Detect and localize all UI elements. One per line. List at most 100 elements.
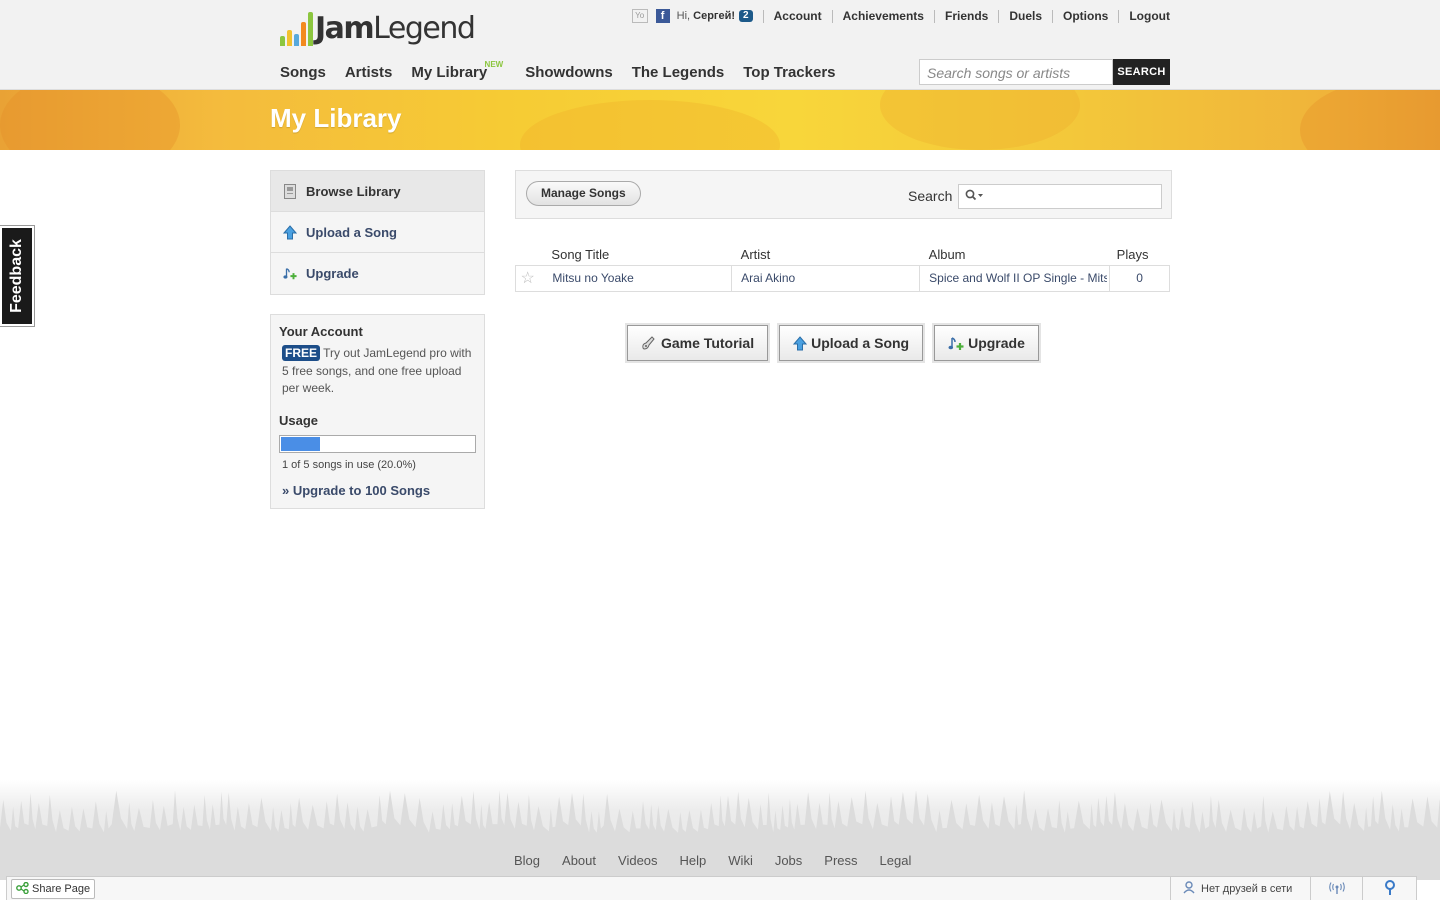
achievements-link[interactable]: Achievements	[831, 9, 934, 23]
nav-top-trackers[interactable]: Top Trackers	[743, 64, 835, 81]
column-header-artist[interactable]: Artist	[732, 244, 920, 265]
library-toolbar: Manage Songs Search	[515, 170, 1172, 219]
plan-badge: FREE	[282, 345, 321, 361]
bottom-bar-right: Нет друзей в сети	[1170, 877, 1416, 900]
share-page-label: Share Page	[32, 883, 91, 895]
plays-cell: 0	[1109, 264, 1170, 292]
new-badge: NEW	[484, 60, 504, 69]
nav-my-library[interactable]: My Library NEW	[411, 60, 503, 81]
sidebar-item-label: Upload a Song	[306, 224, 397, 240]
sidebar-item-browse-library[interactable]: Browse Library	[271, 171, 484, 212]
usage-title: Usage	[279, 412, 319, 428]
manage-songs-button[interactable]: Manage Songs	[526, 181, 641, 206]
account-link[interactable]: Account	[762, 9, 832, 23]
sidebar-item-upgrade[interactable]: Upgrade	[271, 253, 484, 294]
nav-artists[interactable]: Artists	[345, 64, 393, 81]
star-column-header	[516, 244, 540, 265]
music-note-plus-icon	[283, 266, 297, 282]
notification-badge[interactable]: 2	[739, 10, 753, 22]
upgrade-label: Upgrade	[968, 335, 1025, 351]
duels-link[interactable]: Duels	[998, 9, 1052, 23]
sidebar-item-upload-a-song[interactable]: Upload a Song	[271, 212, 484, 253]
album-cell-text: Spice and Wolf II OP Single - Mitsu no Y…	[929, 271, 1107, 285]
upload-song-label: Upload a Song	[811, 335, 910, 351]
favorite-star-icon[interactable]: ☆	[515, 264, 540, 292]
main-nav: Songs Artists My Library NEW Showdowns Th…	[280, 60, 855, 81]
friends-status-label: Нет друзей в сети	[1201, 883, 1293, 895]
options-link[interactable]: Options	[1052, 9, 1118, 23]
yo-icon[interactable]: Yo	[631, 9, 648, 23]
friends-status[interactable]: Нет друзей в сети	[1170, 877, 1310, 900]
account-title: Your Account	[279, 324, 363, 339]
footer-link-blog[interactable]: Blog	[514, 853, 540, 868]
location-button[interactable]	[1362, 877, 1416, 900]
sidebar-item-label: Upgrade	[306, 266, 359, 281]
footer-links: Blog About Videos Help Wiki Jobs Press L…	[514, 853, 911, 868]
usage-progress-bar	[279, 434, 476, 453]
logo-bars-icon	[280, 12, 313, 46]
account-description: FREE Try out JamLegend pro with 5 free s…	[282, 345, 476, 398]
user-greeting: Hi, Сергей!	[676, 10, 736, 22]
broadcast-button[interactable]	[1310, 877, 1362, 900]
header-search: Search songs or artists SEARCH	[919, 59, 1170, 85]
logo-text-legend: Legend	[373, 11, 476, 46]
upload-arrow-icon	[283, 224, 297, 240]
search-dropdown-icon[interactable]	[965, 189, 985, 204]
column-header-song-title[interactable]: Song Title	[539, 244, 731, 265]
share-icon	[16, 881, 29, 897]
song-title-cell[interactable]: Mitsu no Yoake	[539, 264, 733, 292]
usage-text: 1 of 5 songs in use (20.0%)	[282, 458, 416, 471]
footer-link-videos[interactable]: Videos	[618, 853, 658, 868]
library-search-label: Search	[908, 188, 953, 204]
upgrade-to-100-link[interactable]: » Upgrade to 100 Songs	[282, 483, 476, 498]
user-icon	[1183, 881, 1195, 897]
footer-link-help[interactable]: Help	[680, 853, 707, 868]
page-banner: My Library	[0, 90, 1440, 150]
header-search-button[interactable]: SEARCH	[1113, 59, 1170, 85]
footer-link-legal[interactable]: Legal	[880, 853, 912, 868]
column-header-album[interactable]: Album	[920, 244, 1110, 265]
page-title: My Library	[270, 103, 402, 133]
logo-text-jam: Jam	[315, 11, 375, 46]
library-icon	[283, 183, 297, 199]
library-sidebar: Browse Library Upload a Song Upgrade	[270, 170, 485, 295]
usage-progress-fill	[281, 436, 320, 451]
share-page-button[interactable]: Share Page	[11, 879, 96, 899]
user-name[interactable]: Сергей!	[693, 10, 735, 22]
footer-link-jobs[interactable]: Jobs	[775, 853, 802, 868]
footer-link-wiki[interactable]: Wiki	[728, 853, 753, 868]
nav-the-legends[interactable]: The Legends	[632, 64, 725, 81]
feedback-label: Feedback	[8, 239, 25, 313]
logout-link[interactable]: Logout	[1118, 9, 1170, 23]
location-pin-icon	[1384, 880, 1396, 898]
table-row[interactable]: ☆ Mitsu no Yoake Arai Akino Spice and Wo…	[515, 264, 1170, 292]
header-search-input[interactable]: Search songs or artists	[919, 59, 1113, 85]
feedback-tab[interactable]: Feedback	[0, 225, 35, 327]
top-user-nav: Yo f Hi, Сергей! 2 Account Achievements …	[631, 9, 1170, 23]
friends-link[interactable]: Friends	[933, 9, 998, 23]
library-actions: Game Tutorial Upload a Song Upgrade	[624, 323, 1041, 363]
footer-link-about[interactable]: About	[562, 853, 596, 868]
jamlegend-logo[interactable]: JamLegend	[280, 10, 476, 46]
social-bottom-bar: Share Page Нет друзей в сети	[6, 876, 1417, 900]
account-panel: Your Account FREE Try out JamLegend pro …	[270, 314, 485, 509]
facebook-icon[interactable]: f	[655, 9, 670, 23]
site-header: JamLegend Yo f Hi, Сергей! 2 Account Ach…	[0, 0, 1440, 90]
artist-cell[interactable]: Arai Akino	[731, 264, 921, 292]
upgrade-button[interactable]: Upgrade	[932, 323, 1041, 363]
sidebar-item-label: Browse Library	[306, 183, 401, 199]
library-search-input[interactable]	[958, 184, 1162, 209]
broadcast-icon	[1328, 881, 1345, 897]
album-cell[interactable]: Spice and Wolf II OP Single - Mitsu no Y…	[919, 264, 1111, 292]
upload-song-button[interactable]: Upload a Song	[777, 323, 926, 363]
nav-showdowns[interactable]: Showdowns	[525, 64, 613, 81]
songs-table: Song Title Artist Album Plays ☆ Mitsu no…	[515, 244, 1170, 292]
game-tutorial-button[interactable]: Game Tutorial	[624, 323, 771, 363]
nav-songs[interactable]: Songs	[280, 64, 326, 81]
column-header-plays[interactable]: Plays	[1110, 244, 1170, 265]
game-tutorial-label: Game Tutorial	[661, 335, 755, 351]
table-header-row: Song Title Artist Album Plays	[516, 244, 1170, 265]
guitar-icon	[641, 335, 657, 351]
footer-link-press[interactable]: Press	[824, 853, 857, 868]
nav-my-library-label: My Library	[411, 64, 488, 81]
